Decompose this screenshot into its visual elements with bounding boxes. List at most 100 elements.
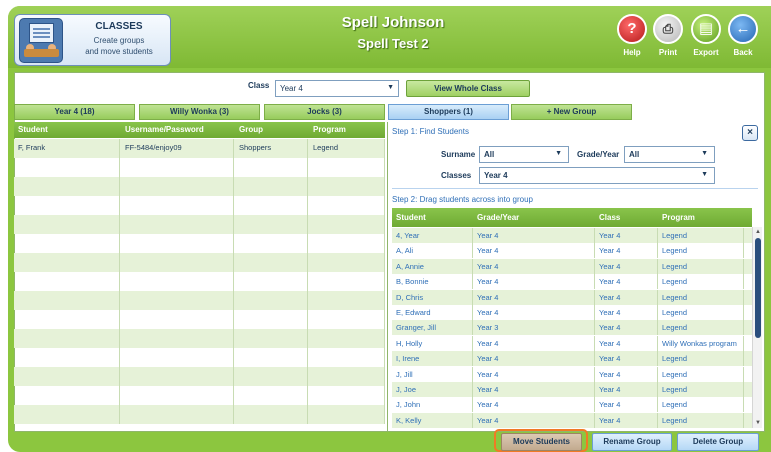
student-row[interactable]: E, Edward Year 4 Year 4 Legend [392, 305, 752, 320]
class-label: Class [248, 81, 270, 90]
scroll-up-icon[interactable]: ▲ [754, 228, 762, 236]
student-cell: Year 4 [595, 243, 658, 259]
classes-select-value: Year 4 [484, 171, 508, 180]
table-row [14, 310, 385, 329]
student-row[interactable]: J, Joe Year 4 Year 4 Legend [392, 382, 752, 397]
table-cell [235, 329, 308, 348]
column-header[interactable]: Grade/Year [473, 208, 595, 227]
table-row[interactable]: F, Frank FF-5484/enjoy09 Shoppers Legend [14, 139, 385, 158]
column-header[interactable]: Student [14, 122, 120, 138]
scrollbar-thumb[interactable] [755, 238, 761, 338]
student-row[interactable]: A, Annie Year 4 Year 4 Legend [392, 258, 752, 274]
column-header[interactable]: Username/Password [121, 122, 234, 138]
student-cell: Year 4 [473, 397, 595, 413]
table-row [14, 215, 385, 234]
help-button[interactable]: ? Help [614, 14, 650, 60]
column-header[interactable]: Student [392, 208, 473, 227]
student-cell: Year 4 [473, 289, 595, 305]
table-row [14, 158, 385, 177]
section-subtitle-line: and move students [85, 47, 153, 56]
close-icon[interactable]: × [742, 125, 758, 141]
table-cell [121, 158, 234, 177]
column-header[interactable]: Group [235, 122, 308, 138]
student-row[interactable]: B, Bonnie Year 4 Year 4 Legend [392, 274, 752, 290]
table-cell [121, 234, 234, 253]
move-students-button[interactable]: Move Students [501, 433, 582, 451]
table-cell [235, 234, 308, 253]
table-row [14, 234, 385, 253]
table-row [14, 196, 385, 215]
table-cell [14, 196, 120, 215]
table-cell [309, 158, 385, 177]
tab-jocks[interactable]: Jocks (3) [264, 104, 385, 120]
rename-group-button[interactable]: Rename Group [592, 433, 672, 451]
table-cell: F, Frank [14, 139, 120, 158]
student-cell: Legend [658, 243, 744, 259]
surname-label: Surname [441, 150, 476, 159]
section-subtitle: Create groups and move students [71, 35, 167, 57]
section-title: CLASSES [95, 21, 143, 32]
students-table-header: Student Grade/Year Class Program [392, 208, 752, 227]
student-row[interactable]: J, Jill Year 4 Year 4 Legend [392, 366, 752, 382]
student-row[interactable]: D, Chris Year 4 Year 4 Legend [392, 289, 752, 305]
classes-select[interactable]: Year 4 ▼ [479, 167, 715, 184]
column-header[interactable]: Program [658, 208, 752, 227]
print-button[interactable]: ⎙ Print [650, 14, 686, 60]
student-row[interactable]: K, Kelly Year 4 Year 4 Legend [392, 412, 752, 428]
dropdown-caret-icon: ▼ [387, 84, 394, 91]
table-cell [235, 291, 308, 310]
tab-year-4[interactable]: Year 4 (18) [14, 104, 135, 120]
tab-new-group[interactable]: + New Group [511, 104, 632, 120]
student-cell: J, John [392, 397, 473, 413]
table-row [14, 348, 385, 367]
table-cell [121, 348, 234, 367]
column-header[interactable]: Class [595, 208, 658, 227]
classroom-desk [24, 49, 59, 57]
student-cell: A, Annie [392, 258, 473, 274]
column-header[interactable]: Program [309, 122, 385, 138]
table-row [14, 272, 385, 291]
student-cell: Year 4 [595, 351, 658, 367]
table-cell [14, 405, 120, 424]
table-cell [309, 234, 385, 253]
grade-year-select[interactable]: All ▼ [624, 146, 715, 163]
student-cell: 4, Year [392, 228, 473, 243]
student-row[interactable]: 4, Year Year 4 Year 4 Legend [392, 228, 752, 243]
student-row[interactable]: H, Holly Year 4 Year 4 Willy Wonkas program [392, 335, 752, 351]
student-cell: Year 3 [473, 320, 595, 336]
view-whole-class-button[interactable]: View Whole Class [406, 80, 530, 97]
table-cell [14, 329, 120, 348]
student-cell: K, Kelly [392, 412, 473, 428]
export-button[interactable]: ▤ Export [688, 14, 724, 60]
student-cell: Legend [658, 320, 744, 336]
scroll-down-icon[interactable]: ▼ [754, 419, 762, 427]
table-cell [309, 329, 385, 348]
student-cell: Year 4 [595, 412, 658, 428]
tab-willy-wonka[interactable]: Willy Wonka (3) [139, 104, 260, 120]
classes-section-card: CLASSES Create groups and move students [14, 14, 171, 66]
student-row[interactable]: J, John Year 4 Year 4 Legend [392, 397, 752, 413]
classroom-icon [19, 18, 63, 63]
surname-select[interactable]: All ▼ [479, 146, 569, 163]
table-cell [121, 215, 234, 234]
student-row[interactable]: I, Irene Year 4 Year 4 Legend [392, 351, 752, 367]
table-cell [121, 386, 234, 405]
table-cell [309, 272, 385, 291]
students-scrollbar[interactable]: ▲ ▼ [752, 227, 762, 428]
section-subtitle-line: Create groups [93, 36, 145, 45]
table-cell [14, 272, 120, 291]
table-cell: Shoppers [235, 139, 308, 158]
table-row [14, 329, 385, 348]
table-row [14, 291, 385, 310]
back-button[interactable]: ← Back [725, 14, 761, 60]
class-select[interactable]: Year 4 ▼ [275, 80, 399, 97]
student-row[interactable]: Granger, Jill Year 3 Year 4 Legend [392, 320, 752, 336]
delete-group-button[interactable]: Delete Group [677, 433, 759, 451]
student-cell: Year 4 [595, 274, 658, 290]
tab-shoppers[interactable]: Shoppers (1) [388, 104, 509, 120]
classes-label: Classes [441, 171, 472, 180]
student-cell: Legend [658, 397, 744, 413]
student-row[interactable]: A, Ali Year 4 Year 4 Legend [392, 243, 752, 259]
student-cell: H, Holly [392, 335, 473, 351]
table-cell [309, 196, 385, 215]
